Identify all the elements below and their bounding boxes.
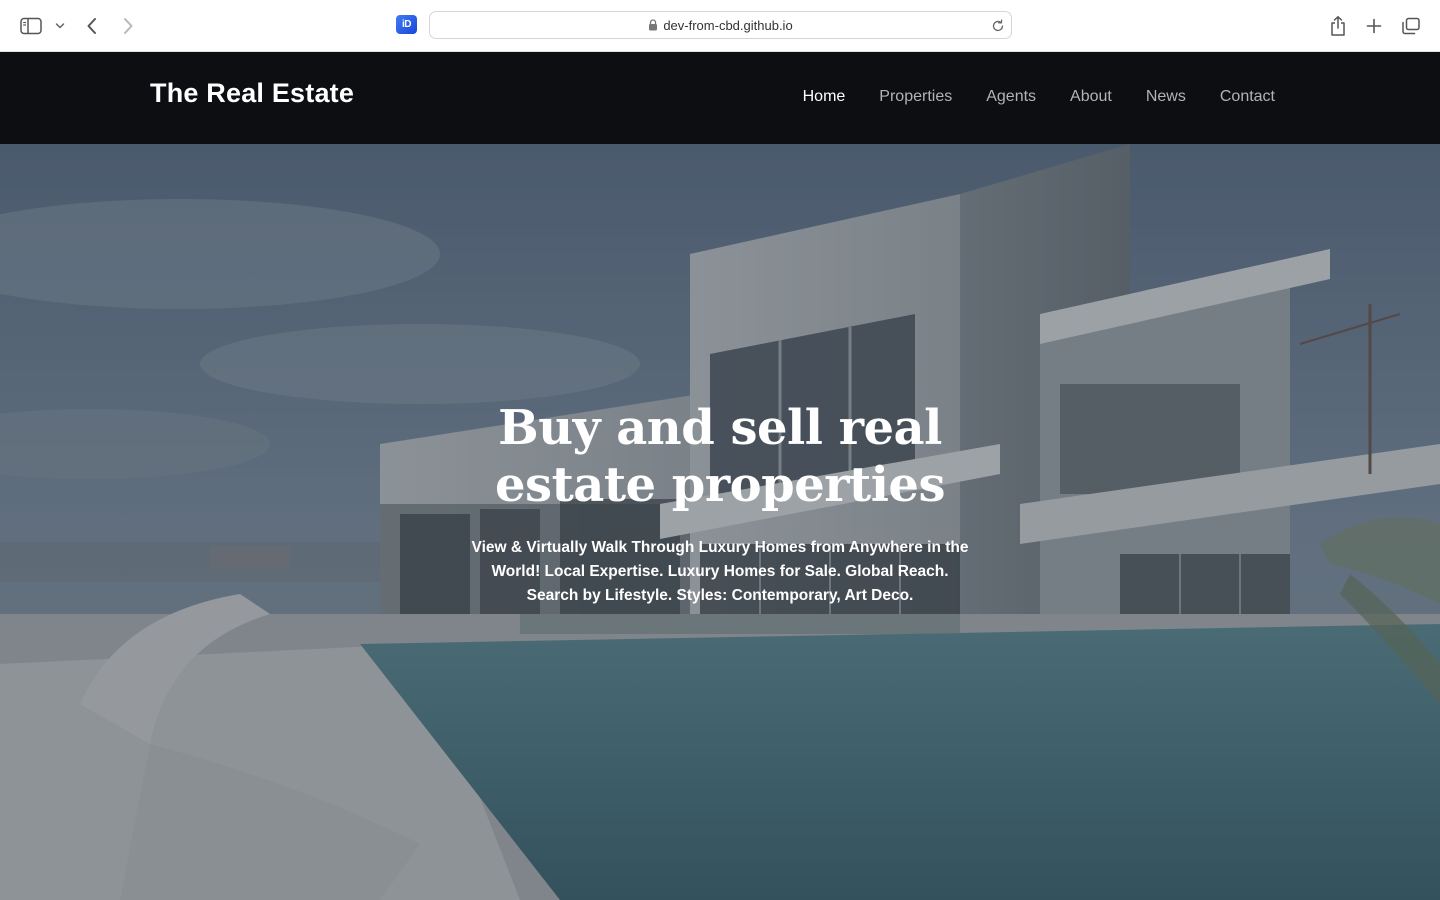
site-header: The Real Estate Home Properties Agents A… bbox=[0, 52, 1440, 144]
extension-label: iD bbox=[402, 19, 412, 30]
lock-icon bbox=[648, 19, 658, 31]
nav-link-about[interactable]: About bbox=[1070, 88, 1112, 106]
hero-subtitle: View & Virtually Walk Through Luxury Hom… bbox=[471, 539, 969, 604]
chevron-right-icon[interactable] bbox=[116, 13, 140, 39]
address-bar[interactable]: dev-from-cbd.github.io bbox=[429, 11, 1012, 39]
share-icon[interactable] bbox=[1325, 12, 1351, 40]
chevron-down-icon[interactable] bbox=[52, 17, 68, 35]
nav-link-news[interactable]: News bbox=[1146, 88, 1186, 106]
tabs-overview-icon[interactable] bbox=[1398, 13, 1424, 39]
site-logo[interactable]: The Real Estate bbox=[150, 78, 354, 109]
address-url: dev-from-cbd.github.io bbox=[663, 17, 793, 33]
chevron-left-icon[interactable] bbox=[80, 13, 104, 39]
nav-link-home[interactable]: Home bbox=[803, 88, 846, 106]
hero-section: Buy and sell real estate properties View… bbox=[0, 144, 1440, 900]
sidebar-icon[interactable] bbox=[18, 14, 44, 38]
extension-icon[interactable]: iD bbox=[396, 15, 417, 34]
address-content: dev-from-cbd.github.io bbox=[430, 12, 1011, 38]
browser-toolbar: iD dev-from-cbd.github.io bbox=[0, 0, 1440, 52]
nav-link-properties[interactable]: Properties bbox=[879, 88, 952, 106]
reload-icon[interactable] bbox=[990, 18, 1006, 34]
nav-link-agents[interactable]: Agents bbox=[986, 88, 1036, 106]
main-nav: Home Properties Agents About News Contac… bbox=[803, 88, 1275, 106]
nav-link-contact[interactable]: Contact bbox=[1220, 88, 1275, 106]
plus-icon[interactable] bbox=[1361, 13, 1387, 39]
hero-title: Buy and sell real estate properties bbox=[495, 400, 945, 513]
hero-content: Buy and sell real estate properties View… bbox=[470, 400, 970, 608]
